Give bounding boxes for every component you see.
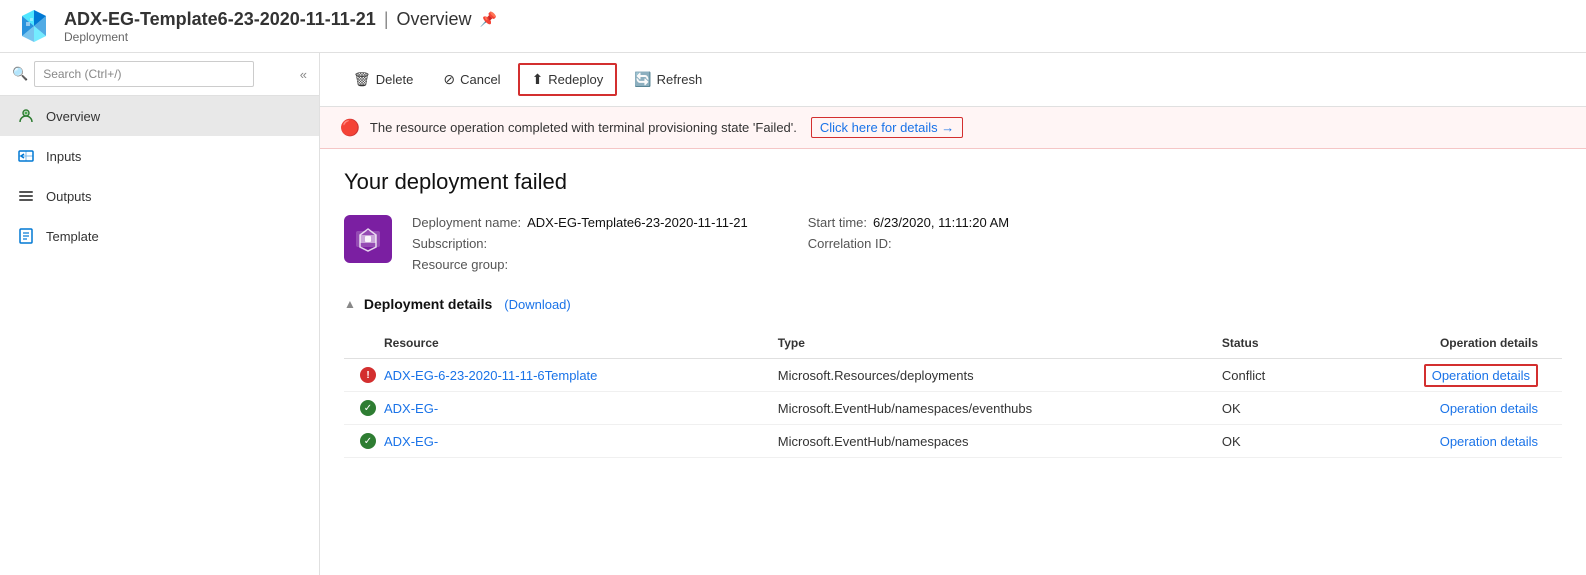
header-subtitle: Deployment <box>64 30 497 44</box>
field-row-subscription: Subscription: <box>412 236 748 251</box>
redeploy-button[interactable]: ⬆ Redeploy <box>518 63 618 96</box>
row-status-error-icon: ! <box>360 367 376 383</box>
table-row: ! ADX-EG-6-23-2020-11-11-6Template Micro… <box>344 359 1562 392</box>
cell-resource: ✓ ADX-EG- <box>344 425 762 458</box>
toolbar: 🗑 Delete ⊘ Cancel ⬆ Redeploy 🔄 Refresh <box>320 53 1586 107</box>
deployment-title: Your deployment failed <box>344 169 1562 195</box>
pin-icon[interactable]: 📌 <box>480 11 497 28</box>
delete-button[interactable]: 🗑 Delete <box>340 64 426 95</box>
alert-error-icon: 🔴 <box>340 118 360 138</box>
cancel-label: Cancel <box>460 72 500 87</box>
col-op-details: Operation details <box>1323 328 1562 359</box>
table-row: ✓ ADX-EG- Microsoft.EventHub/namespaces … <box>344 425 1562 458</box>
row-status-ok-icon: ✓ <box>360 433 376 449</box>
overview-icon <box>16 106 36 126</box>
sidebar-item-template[interactable]: Template <box>0 216 319 256</box>
download-link[interactable]: (Download) <box>504 297 570 312</box>
sidebar-item-overview-label: Overview <box>46 109 100 124</box>
alert-details-link[interactable]: Click here for details → <box>811 117 963 138</box>
table-row: ✓ ADX-EG- Microsoft.EventHub/namespaces/… <box>344 392 1562 425</box>
sidebar-item-outputs-label: Outputs <box>46 189 92 204</box>
alert-text: The resource operation completed with te… <box>370 120 797 135</box>
deployment-content: Your deployment failed Deployment name: <box>320 149 1586 575</box>
row-status-ok-icon: ✓ <box>360 400 376 416</box>
collapse-icon[interactable]: ▲ <box>344 297 356 311</box>
header-separator: | <box>384 9 389 30</box>
sidebar-item-inputs-label: Inputs <box>46 149 81 164</box>
refresh-button[interactable]: 🔄 Refresh <box>621 64 715 95</box>
sidebar-nav: Overview Inputs <box>0 96 319 256</box>
resource-link[interactable]: ADX-EG-6-23-2020-11-11-6Template <box>384 368 597 383</box>
delete-icon: 🗑 <box>353 71 371 88</box>
cell-status: Conflict <box>1206 359 1323 392</box>
refresh-label: Refresh <box>657 72 703 87</box>
op-details-link[interactable]: Operation details <box>1440 434 1538 449</box>
alert-banner: 🔴 The resource operation completed with … <box>320 107 1586 149</box>
sidebar-item-overview[interactable]: Overview <box>0 96 319 136</box>
header-title: ADX-EG-Template6-23-2020-11-11-21 <box>64 9 376 30</box>
sidebar-item-template-label: Template <box>46 229 99 244</box>
refresh-icon: 🔄 <box>634 71 651 88</box>
template-icon <box>16 226 36 246</box>
cell-op-details: Operation details <box>1323 425 1562 458</box>
sidebar-item-outputs[interactable]: Outputs <box>0 176 319 216</box>
details-section: ▲ Deployment details (Download) Resource… <box>344 296 1562 458</box>
header: ADX-EG-Template6-23-2020-11-11-21 | Over… <box>0 0 1586 53</box>
resource-link[interactable]: ADX-EG- <box>384 434 438 449</box>
field-row-name: Deployment name: ADX-EG-Template6-23-202… <box>412 215 748 230</box>
deployment-fields: Deployment name: ADX-EG-Template6-23-202… <box>412 215 1009 272</box>
details-table: Resource Type Status Operation details !… <box>344 328 1562 458</box>
delete-label: Delete <box>376 72 414 87</box>
resource-link[interactable]: ADX-EG- <box>384 401 438 416</box>
inputs-icon <box>16 146 36 166</box>
redeploy-label: Redeploy <box>548 72 603 87</box>
cell-type: Microsoft.EventHub/namespaces <box>762 425 1206 458</box>
sidebar-search-bar: 🔍 « <box>0 53 319 96</box>
col-resource: Resource <box>344 328 762 359</box>
col-type: Type <box>762 328 1206 359</box>
sidebar-collapse-button[interactable]: « <box>300 67 307 82</box>
cancel-button[interactable]: ⊘ Cancel <box>430 64 513 95</box>
cell-resource: ! ADX-EG-6-23-2020-11-11-6Template <box>344 359 762 392</box>
header-page: Overview <box>397 9 472 30</box>
cell-type: Microsoft.EventHub/namespaces/eventhubs <box>762 392 1206 425</box>
search-icon: 🔍 <box>12 66 28 82</box>
col-status: Status <box>1206 328 1323 359</box>
field-row-resource-group: Resource group: <box>412 257 748 272</box>
header-text-block: ADX-EG-Template6-23-2020-11-11-21 | Over… <box>64 9 497 44</box>
table-header-row: Resource Type Status Operation details <box>344 328 1562 359</box>
op-details-link[interactable]: Operation details <box>1424 364 1538 387</box>
cell-status: OK <box>1206 425 1323 458</box>
sidebar-item-inputs[interactable]: Inputs <box>0 136 319 176</box>
sidebar: 🔍 « Overview <box>0 53 320 575</box>
search-input[interactable] <box>34 61 254 87</box>
azure-logo <box>16 8 52 44</box>
field-row-start-time: Start time: 6/23/2020, 11:11:20 AM <box>808 215 1009 230</box>
cancel-icon: ⊘ <box>443 71 455 88</box>
details-heading: Deployment details <box>364 296 492 312</box>
outputs-icon <box>16 186 36 206</box>
field-col-left: Deployment name: ADX-EG-Template6-23-202… <box>412 215 748 272</box>
cell-op-details: Operation details <box>1323 392 1562 425</box>
cell-type: Microsoft.Resources/deployments <box>762 359 1206 392</box>
deployment-resource-icon <box>344 215 392 263</box>
redeploy-icon: ⬆ <box>532 71 544 88</box>
cell-op-details: Operation details <box>1323 359 1562 392</box>
cell-status: OK <box>1206 392 1323 425</box>
field-row-correlation: Correlation ID: <box>808 236 1009 251</box>
details-header: ▲ Deployment details (Download) <box>344 296 1562 312</box>
content-area: 🗑 Delete ⊘ Cancel ⬆ Redeploy 🔄 Refresh 🔴… <box>320 53 1586 575</box>
field-col-right: Start time: 6/23/2020, 11:11:20 AM Corre… <box>808 215 1009 272</box>
deployment-info: Deployment name: ADX-EG-Template6-23-202… <box>344 215 1562 272</box>
cell-resource: ✓ ADX-EG- <box>344 392 762 425</box>
op-details-link[interactable]: Operation details <box>1440 401 1538 416</box>
